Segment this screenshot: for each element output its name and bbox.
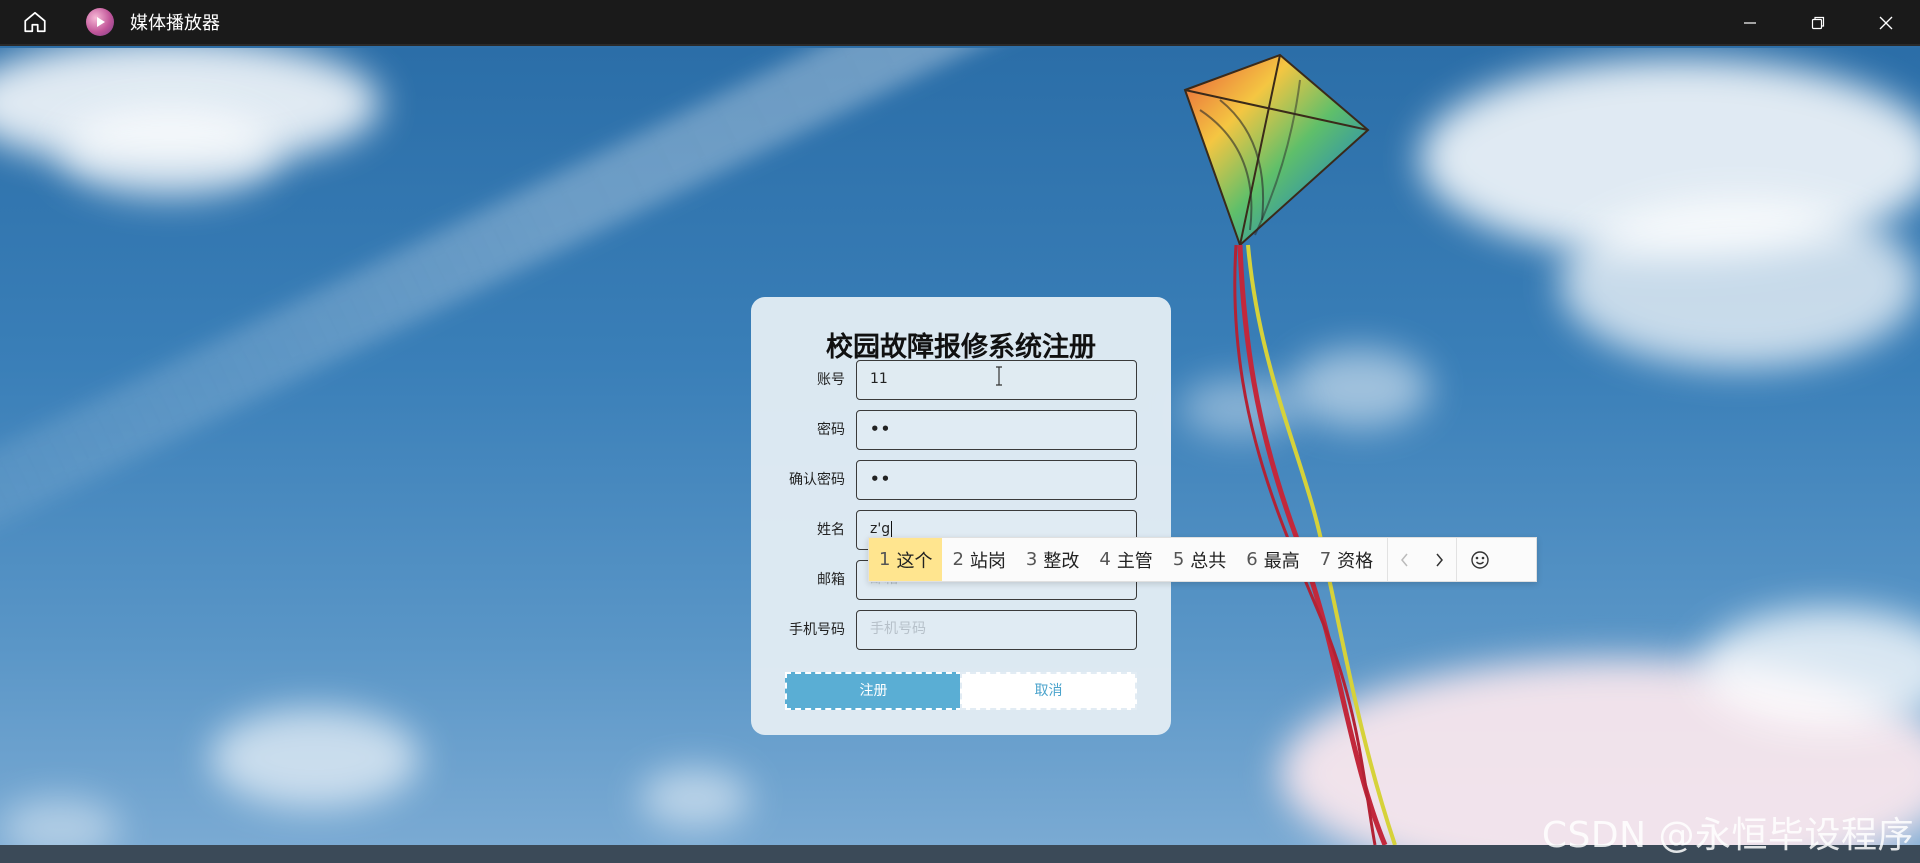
- account-label: 账号: [817, 372, 845, 388]
- close-icon: [1879, 16, 1893, 30]
- text-cursor-icon: [996, 366, 1002, 386]
- smiley-icon: [1471, 550, 1489, 569]
- ime-candidate[interactable]: 1 这个: [869, 538, 943, 581]
- name-label: 姓名: [817, 522, 845, 538]
- restore-icon: [1811, 16, 1825, 30]
- ime-candidate[interactable]: 6 最高: [1236, 538, 1309, 581]
- ime-candidate[interactable]: 3 整改: [1016, 538, 1089, 581]
- home-icon: [24, 11, 46, 33]
- ime-candidate-bar: 1 这个 2 站岗 3 整改 4 主管 5 总共 6 最高 7 资格: [868, 537, 1537, 582]
- chevron-left-icon: [1401, 553, 1408, 566]
- form-title: 校园故障报修系统注册: [826, 332, 1096, 363]
- media-player-app-icon: [86, 8, 114, 36]
- ime-candidate[interactable]: 7 资格: [1310, 538, 1383, 581]
- chevron-right-icon: [1436, 553, 1444, 566]
- minimize-icon: [1744, 22, 1756, 24]
- title-bar: 媒体播放器: [0, 0, 1920, 46]
- ime-next-page-button[interactable]: [1422, 538, 1456, 581]
- password-value: ••: [870, 420, 892, 438]
- window-title: 媒体播放器: [130, 13, 220, 34]
- close-button[interactable]: [1852, 0, 1920, 46]
- password-row: 密码 ••: [751, 410, 1171, 450]
- phone-input[interactable]: 手机号码: [856, 610, 1137, 650]
- phone-row: 手机号码 手机号码: [751, 610, 1171, 650]
- phone-label: 手机号码: [789, 622, 845, 638]
- text-caret: [891, 520, 893, 538]
- confirm-password-input[interactable]: ••: [856, 460, 1137, 500]
- password-label: 密码: [817, 422, 845, 438]
- cancel-button[interactable]: 取消: [960, 672, 1137, 710]
- account-row: 账号 11: [751, 360, 1171, 400]
- watermark: CSDN @永恒毕设程序: [1541, 815, 1914, 856]
- confirm-password-value: ••: [870, 470, 892, 488]
- register-button[interactable]: 注册: [785, 672, 962, 710]
- account-value: 11: [870, 371, 888, 387]
- confirm-password-row: 确认密码 ••: [751, 460, 1171, 500]
- ime-candidate[interactable]: 2 站岗: [942, 538, 1015, 581]
- home-button[interactable]: [0, 0, 70, 45]
- window-controls: [1716, 0, 1920, 46]
- restore-button[interactable]: [1784, 0, 1852, 46]
- ime-prev-page-button[interactable]: [1388, 538, 1422, 581]
- phone-placeholder: 手机号码: [870, 621, 926, 637]
- minimize-button[interactable]: [1716, 0, 1784, 46]
- ime-candidate[interactable]: 5 总共: [1163, 538, 1236, 581]
- registration-card: 校园故障报修系统注册 账号 11 密码 •• 确认密码 •• 姓名 z'g 邮箱…: [751, 297, 1171, 735]
- password-input[interactable]: ••: [856, 410, 1137, 450]
- ime-candidate[interactable]: 4 主管: [1089, 538, 1162, 581]
- name-value: z'g: [870, 521, 891, 537]
- ime-emoji-button[interactable]: [1457, 538, 1503, 581]
- confirm-password-label: 确认密码: [789, 472, 845, 488]
- email-label: 邮箱: [817, 572, 845, 588]
